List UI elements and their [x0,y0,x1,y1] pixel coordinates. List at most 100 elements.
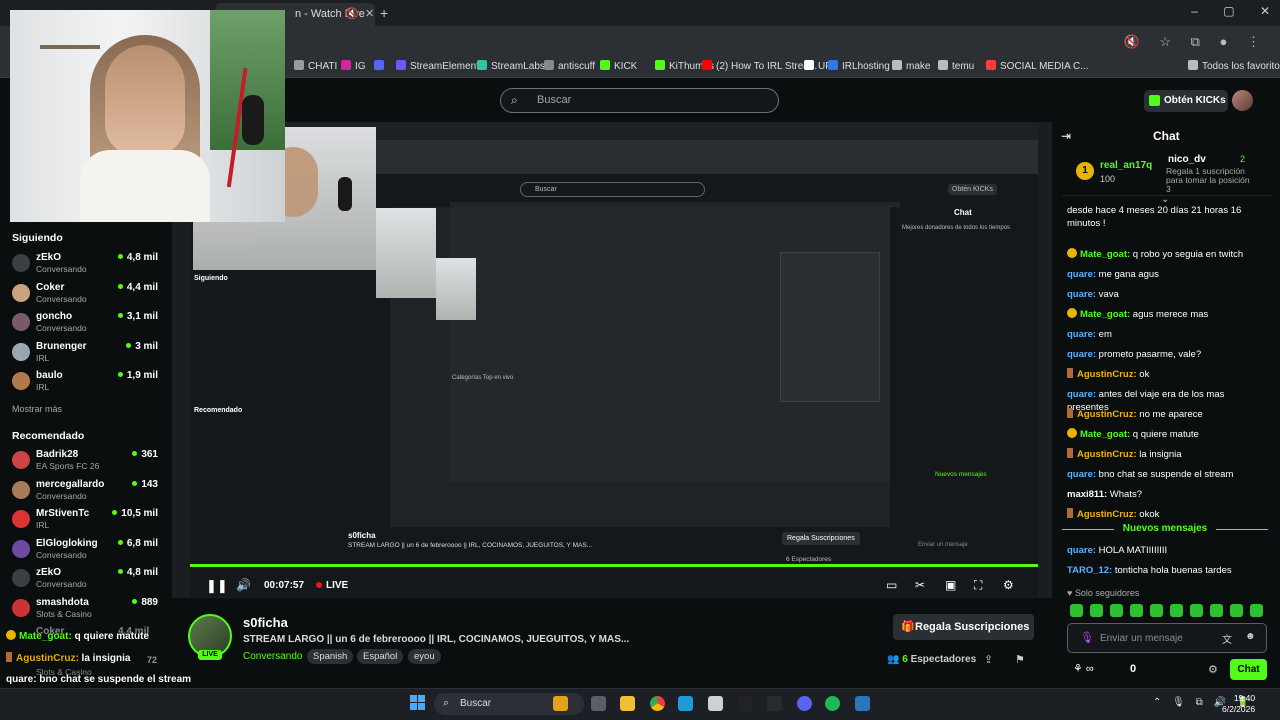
sidebar-channel-recommended[interactable]: MrStivenTc IRL 10,5 mil [12,508,158,536]
capcut-icon[interactable] [678,696,693,711]
live-progress-bar[interactable] [190,564,1038,567]
sidebar-channel-following[interactable]: Brunenger IRL 3 mil [12,341,158,369]
get-kicks-button[interactable]: Obtén KICKs [1144,90,1228,112]
volume-icon[interactable]: 🔊 [236,578,251,592]
bookmark-item[interactable]: SOCIAL MEDIA C... [986,60,1089,72]
emote-icon[interactable] [1170,604,1183,617]
emote-icon[interactable] [1250,604,1263,617]
streamer-name[interactable]: s0ficha [243,615,288,630]
chat-username[interactable]: AgustinCruz: [1077,509,1137,520]
top-gifter-name[interactable]: real_an17q [1100,160,1152,171]
spotify-icon[interactable] [825,696,840,711]
emote-icon[interactable] [1150,604,1163,617]
emoji-icon[interactable]: ☻ [1245,631,1256,642]
chat-username[interactable]: AgustinCruz: [1077,409,1137,420]
chat-message-input[interactable]: Enviar un mensaje [1067,623,1267,653]
stream-category[interactable]: Conversando [243,651,302,662]
sidebar-channel-recommended[interactable]: zEkO Conversando 4,8 mil [12,567,158,595]
sidebar-channel-following[interactable]: Coker Conversando 4,4 mil [12,282,158,310]
bookmark-item[interactable]: Todos los favoritos [1188,60,1280,72]
settings-icon[interactable] [738,696,753,711]
sidebar-channel-following[interactable]: goncho Conversando 3,1 mil [12,311,158,339]
chat-send-button[interactable]: Chat [1230,659,1267,680]
news-widget-icon[interactable] [553,696,568,711]
emote-icon[interactable] [1230,604,1243,617]
chat-username[interactable]: AgustinCruz: [1077,449,1137,460]
tag-eyou[interactable]: eyou [408,649,441,664]
steam-icon[interactable] [708,696,723,711]
tag-espanol[interactable]: Español [357,649,404,664]
toolbar-icons[interactable]: 🔇 ☆ ⧉ ● ⋮ [1124,34,1260,50]
taskbar-clock[interactable]: 19:40 6/2/2026 [1222,693,1255,715]
discord-icon[interactable] [797,696,812,711]
clip-icon[interactable]: ✂ [915,578,925,592]
chat-username[interactable]: quare: [1067,545,1096,556]
bookmark-item[interactable]: StreamElements [396,60,484,72]
window-controls[interactable]: – ▢ ✕ [1191,4,1270,18]
translate-icon[interactable]: 文 [1222,631,1232,646]
emote-icon[interactable] [1070,604,1083,617]
collapse-chat-icon[interactable]: ⇥ [1061,129,1071,143]
theater-mode-icon[interactable]: ▭ [886,578,897,592]
fullscreen-icon[interactable]: ⛶ [974,578,982,593]
bookmark-item[interactable]: temu [938,60,974,72]
bookmark-item[interactable]: make [892,60,930,72]
windows-start-icon[interactable] [410,695,426,711]
chat-username[interactable]: quare: [1067,469,1096,480]
mute-tab-icon[interactable]: 🔇 [345,7,359,20]
user-avatar[interactable] [1232,90,1253,111]
emote-icon[interactable] [1110,604,1123,617]
sidebar-channel-recommended[interactable]: mercegallardo Conversando 143 [12,479,158,507]
bookmark-item[interactable] [374,60,388,72]
task-view-icon[interactable] [591,696,606,711]
mic-icon[interactable]: 🎙 [1080,631,1094,644]
sidebar-channel-recommended[interactable]: ElGlogloking Conversando 6,8 mil [12,538,158,566]
search-input[interactable]: ⌕ Buscar [500,88,779,113]
bookmark-item[interactable]: KICK [600,60,637,72]
sidebar-channel-following[interactable]: baulo IRL 1,9 mil [12,370,158,398]
chat-username[interactable]: Mate_goat: [1080,309,1130,320]
sidebar-channel-recommended[interactable]: smashdota Slots & Casino 889 [12,597,158,625]
close-tab-icon[interactable]: ✕ [365,7,374,20]
steam-client-icon[interactable] [855,696,870,711]
pause-button[interactable]: ❚❚ [206,578,228,594]
chat-username[interactable]: AgustinCruz: [1077,369,1137,380]
chat-username[interactable]: quare: [1067,349,1096,360]
chat-username[interactable]: quare: [1067,389,1096,400]
bookmark-icon [396,60,406,70]
second-gifter-name[interactable]: nico_dv [1168,154,1206,165]
epic-games-icon[interactable] [767,696,782,711]
bookmark-item[interactable]: IG [341,60,366,72]
bookmark-item[interactable]: CHATI [294,60,337,72]
chat-username[interactable]: quare: [1067,289,1096,300]
chat-username[interactable]: TARO_12: [1067,565,1112,576]
mini-player-icon[interactable]: ▣ [945,578,956,592]
chat-settings-icon[interactable]: ⚙ [1208,663,1218,676]
bookmark-item[interactable]: IRLhosting [828,60,890,72]
chat-username[interactable]: Mate_goat: [1080,249,1130,260]
tag-spanish[interactable]: Spanish [307,649,354,664]
bookmark-item[interactable]: StreamLabs [477,60,545,72]
chat-username[interactable]: quare: [1067,269,1096,280]
share-icon[interactable]: ⇪ [984,653,993,666]
emote-icon[interactable] [1090,604,1103,617]
emote-icon[interactable] [1190,604,1203,617]
chrome-icon[interactable] [650,696,665,711]
report-icon[interactable]: ⚑ [1015,653,1025,666]
emote-icon[interactable] [1130,604,1143,617]
settings-gear-icon[interactable]: ⚙ [1003,578,1014,592]
new-messages-divider[interactable]: Nuevos mensajes [1062,523,1268,534]
emote-icon[interactable] [1210,604,1223,617]
sidebar-channel-recommended[interactable]: Badrik28 EA Sports FC 26 361 [12,449,158,477]
show-more-link[interactable]: Mostrar más [12,404,62,414]
bookmark-item[interactable]: (2) How To IRL Strea... [702,60,817,72]
channel-points-icon[interactable]: ⚘ ∞ [1073,662,1094,675]
chat-username[interactable]: Mate_goat: [1080,429,1130,440]
gift-subs-button[interactable]: 🎁 Regala Suscripciones [893,614,1034,640]
sidebar-channel-following[interactable]: zEkO Conversando 4,8 mil [12,252,158,280]
chat-username[interactable]: maxi811: [1067,489,1107,500]
new-tab-button[interactable]: + [380,5,388,21]
bookmark-item[interactable]: antiscuff [544,60,595,72]
file-explorer-icon[interactable] [620,696,635,711]
chat-username[interactable]: quare: [1067,329,1096,340]
